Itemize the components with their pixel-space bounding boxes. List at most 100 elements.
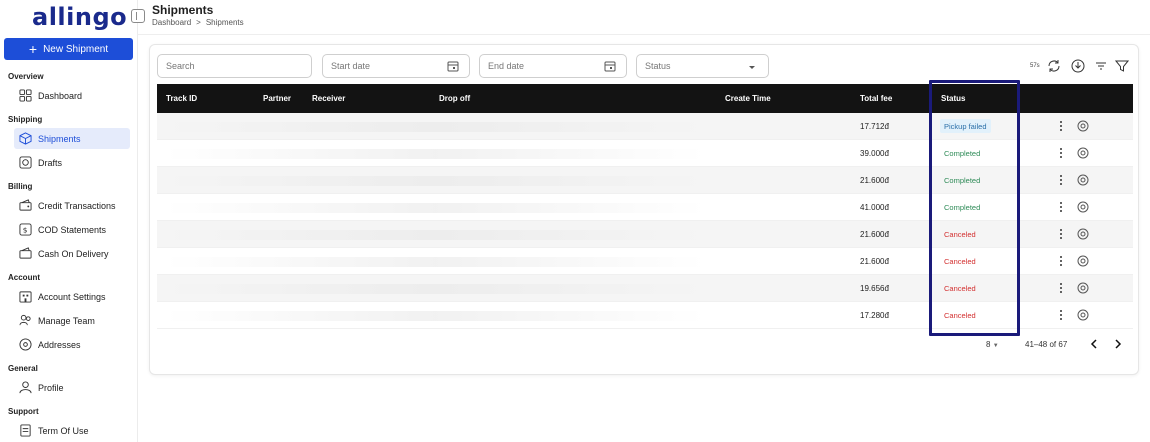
sidebar-item-addresses[interactable]: Addresses [14,334,130,355]
more-options-icon[interactable] [1055,146,1067,160]
page-size-select[interactable]: 8 ▼ [986,340,999,349]
column-drop-off[interactable]: Drop off [439,94,470,103]
table-row[interactable]: 39.000đ Completed [157,140,1133,167]
new-shipment-button[interactable]: + New Shipment [4,38,133,60]
status-badge: Pickup failed [940,119,991,133]
table-row[interactable]: 41.000đ Completed [157,194,1133,221]
sidebar-item-dashboard[interactable]: Dashboard [14,85,130,106]
sidebar-item-term-of-use[interactable]: Term Of Use [14,420,130,441]
group-account: Account [8,273,40,282]
plus-icon: + [28,41,38,57]
wallet-icon [19,199,32,211]
column-receiver[interactable]: Receiver [312,94,345,103]
status-placeholder: Status [645,61,671,71]
sidebar-item-label: Dashboard [38,90,83,101]
view-icon[interactable] [1077,282,1089,294]
total-fee: 21.600đ [860,176,889,185]
page-title: Shipments [152,3,214,17]
breadcrumb-shipments: Shipments [205,18,244,27]
redacted-cells [165,122,705,132]
chevron-left-icon[interactable] [1088,338,1100,350]
status-badge: Canceled [944,310,976,320]
column-track-id[interactable]: Track ID [166,94,197,103]
view-icon[interactable] [1077,201,1089,213]
refresh-countdown: 57s [1030,63,1040,69]
table-row[interactable]: 21.600đ Canceled [157,221,1133,248]
status-select[interactable]: Status [636,54,769,78]
sidebar-item-label: Profile [38,382,64,393]
sidebar-collapse-icon[interactable] [131,9,145,23]
sidebar-item-drafts[interactable]: Drafts [14,152,130,173]
column-partner[interactable]: Partner [263,94,291,103]
table-row[interactable]: 21.600đ Completed [157,167,1133,194]
table-header: Track ID Partner Receiver Drop off Creat… [157,84,1133,113]
column-create-time[interactable]: Create Time [725,94,771,103]
breadcrumb-separator: > [196,18,201,27]
redacted-cells [165,176,705,186]
view-icon[interactable] [1077,174,1089,186]
sidebar-item-label: Cash On Delivery [38,248,109,259]
view-icon[interactable] [1077,255,1089,267]
calendar-icon [604,61,616,72]
refresh-icon[interactable] [1047,59,1061,73]
sidebar-item-cash-on-delivery[interactable]: Cash On Delivery [14,243,130,264]
sidebar-item-label: Drafts [38,157,63,168]
sidebar-item-manage-team[interactable]: Manage Team [14,310,130,331]
table-row[interactable]: 17.712đ Pickup failed [157,113,1133,140]
header-divider [138,34,1150,35]
sidebar-item-label: Shipments [38,133,81,144]
sidebar-item-credit-transactions[interactable]: Credit Transactions [14,195,130,216]
breadcrumb-dashboard[interactable]: Dashboard [152,18,191,27]
sidebar-item-profile[interactable]: Profile [14,377,130,398]
table-row[interactable]: 21.600đ Canceled [157,248,1133,275]
user-icon [19,381,32,394]
more-options-icon[interactable] [1055,281,1067,295]
sidebar-item-label: Account Settings [38,291,106,302]
start-date-placeholder: Start date [331,61,371,71]
more-options-icon[interactable] [1055,254,1067,268]
sidebar-item-account-settings[interactable]: Account Settings [14,286,130,307]
end-date-placeholder: End date [488,61,525,71]
filter-icon[interactable] [1115,59,1129,73]
view-icon[interactable] [1077,228,1089,240]
sidebar-item-cod-statements[interactable]: $ COD Statements [14,219,130,240]
new-shipment-label: New Shipment [43,43,109,55]
more-options-icon[interactable] [1055,308,1067,322]
chevron-right-icon[interactable] [1112,338,1124,350]
statement-icon: $ [19,223,32,236]
sort-icon[interactable] [1094,59,1108,73]
group-overview: Overview [8,72,44,81]
sidebar-item-label: COD Statements [38,224,107,235]
view-icon[interactable] [1077,120,1089,132]
building-icon [19,291,32,303]
download-icon[interactable] [1071,59,1085,73]
redacted-cells [165,257,705,267]
sidebar-item-shipments[interactable]: Shipments [14,128,130,149]
table-row[interactable]: 19.656đ Canceled [157,275,1133,302]
search-input[interactable]: Search [157,54,312,78]
more-options-icon[interactable] [1055,119,1067,133]
page-range: 41–48 of 67 [1025,340,1068,349]
grid-icon [19,89,32,102]
page-size-value: 8 [986,340,991,349]
app-logo[interactable]: allingo [32,3,127,31]
status-badge: Completed [944,202,981,212]
caret-down-icon: ▼ [992,343,999,349]
total-fee: 21.600đ [860,257,889,266]
column-total-fee[interactable]: Total fee [860,94,892,103]
table-row[interactable]: 17.280đ Canceled [157,302,1133,329]
more-options-icon[interactable] [1055,173,1067,187]
caret-down-icon [749,66,755,69]
more-options-icon[interactable] [1055,227,1067,241]
end-date-field[interactable]: End date [479,54,627,78]
search-placeholder: Search [166,61,195,71]
sidebar-item-label: Term Of Use [38,425,89,436]
view-icon[interactable] [1077,147,1089,159]
column-status[interactable]: Status [941,94,965,103]
view-icon[interactable] [1077,309,1089,321]
start-date-field[interactable]: Start date [322,54,470,78]
status-badge: Canceled [944,229,976,239]
more-options-icon[interactable] [1055,200,1067,214]
redacted-cells [165,149,705,159]
redacted-cells [165,284,705,294]
